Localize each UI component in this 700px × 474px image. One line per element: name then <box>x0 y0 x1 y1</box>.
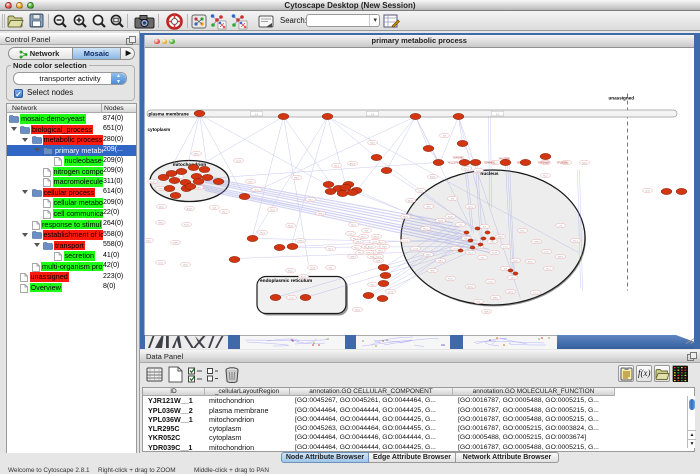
svg-text:Mdh1: Mdh1 <box>402 216 408 218</box>
svg-text:Rip1: Rip1 <box>146 240 151 242</box>
svg-text:YDR4: YDR4 <box>297 240 304 242</box>
svg-text:Mae1: Mae1 <box>354 309 360 311</box>
svg-text:Sxc1: Sxc1 <box>464 168 470 170</box>
svg-text:Mae1: Mae1 <box>158 206 164 208</box>
svg-text:Mae1: Mae1 <box>287 225 293 227</box>
svg-text:Pyc1: Pyc1 <box>573 240 579 242</box>
svg-text:Mae1: Mae1 <box>527 261 533 263</box>
svg-text:Qcr2: Qcr2 <box>372 240 378 243</box>
svg-text:[--]: [--] <box>254 111 257 115</box>
svg-text:Kgd1: Kgd1 <box>581 162 587 164</box>
svg-text:Pyc1: Pyc1 <box>354 247 360 249</box>
svg-text:Pyc1: Pyc1 <box>334 165 340 167</box>
svg-text:YDR4: YDR4 <box>349 256 356 258</box>
svg-text:Qcr2: Qcr2 <box>289 296 295 299</box>
svg-text:Cox5: Cox5 <box>235 160 241 162</box>
svg-text:Cyb2: Cyb2 <box>507 291 513 293</box>
svg-text:Fum1: Fum1 <box>183 224 189 226</box>
svg-text:Pyc1: Pyc1 <box>222 211 228 213</box>
svg-text:Cox5: Cox5 <box>412 248 418 250</box>
svg-text:YDR4: YDR4 <box>172 242 179 244</box>
svg-text:Qcr2: Qcr2 <box>254 188 260 191</box>
svg-text:Atp16: Atp16 <box>467 285 473 288</box>
svg-text:Sdh1: Sdh1 <box>355 241 361 243</box>
svg-text:Pyc1: Pyc1 <box>468 252 474 254</box>
svg-text:Mae1: Mae1 <box>287 270 293 272</box>
svg-text:YGR191W: YGR191W <box>537 161 550 164</box>
svg-text:YDR046C: YDR046C <box>483 161 494 164</box>
svg-text:Ndi1: Ndi1 <box>490 241 495 243</box>
svg-text:Mdh1: Mdh1 <box>193 153 199 155</box>
svg-text:Cox5: Cox5 <box>387 291 393 293</box>
svg-text:Lsc2: Lsc2 <box>533 292 538 294</box>
svg-text:plasma membrane: plasma membrane <box>148 111 189 116</box>
svg-text:unassigned: unassigned <box>608 95 634 100</box>
svg-text:Mdh1: Mdh1 <box>557 256 563 258</box>
svg-text:Mdh1: Mdh1 <box>492 297 498 299</box>
svg-text:Lsc2: Lsc2 <box>503 246 508 248</box>
svg-text:Lsc2: Lsc2 <box>418 190 423 192</box>
svg-text:Atp16: Atp16 <box>300 275 306 278</box>
svg-text:Kgd1: Kgd1 <box>475 170 481 172</box>
svg-text:Pyc1: Pyc1 <box>328 248 334 250</box>
svg-text:Sdh1: Sdh1 <box>437 260 443 262</box>
svg-text:Pyc1: Pyc1 <box>423 228 429 230</box>
svg-text:YKL217W: YKL217W <box>447 161 459 164</box>
svg-text:YOR348C: YOR348C <box>452 156 464 159</box>
svg-text:Lsc2: Lsc2 <box>403 240 408 242</box>
svg-text:Qcr2: Qcr2 <box>645 189 651 192</box>
svg-text:YPL265W: YPL265W <box>556 161 568 164</box>
svg-text:YDR4: YDR4 <box>483 311 490 313</box>
svg-text:Ndi1: Ndi1 <box>370 142 375 144</box>
svg-text:Kgd1: Kgd1 <box>447 216 453 218</box>
svg-text:Kgd1: Kgd1 <box>429 176 435 178</box>
svg-text:YDR4: YDR4 <box>157 188 164 190</box>
svg-text:cytoplasm: cytoplasm <box>147 127 170 132</box>
svg-text:Mae1: Mae1 <box>407 200 413 202</box>
svg-text:Pyc1: Pyc1 <box>358 252 364 254</box>
svg-text:Sdh1: Sdh1 <box>195 187 201 189</box>
svg-text:Cox5: Cox5 <box>309 267 315 269</box>
svg-text:YDR4: YDR4 <box>375 260 382 262</box>
svg-text:Cyb2: Cyb2 <box>375 256 381 258</box>
svg-text:Pyc1: Pyc1 <box>351 224 357 226</box>
svg-text:Qcr2: Qcr2 <box>270 208 276 211</box>
svg-text:Mae1: Mae1 <box>373 236 379 238</box>
svg-text:Kgd1: Kgd1 <box>512 260 518 262</box>
svg-text:Aco1: Aco1 <box>468 205 474 208</box>
svg-text:Qcr2: Qcr2 <box>488 280 494 283</box>
svg-text:Mdh1: Mdh1 <box>497 236 503 238</box>
svg-text:YDR4: YDR4 <box>533 241 540 243</box>
svg-text:Kgd1: Kgd1 <box>437 220 443 222</box>
svg-text:Pyc1: Pyc1 <box>260 232 266 234</box>
svg-text:Sdh1: Sdh1 <box>475 246 481 248</box>
svg-text:Pyc1: Pyc1 <box>378 250 384 252</box>
svg-text:Qcr2: Qcr2 <box>544 250 550 253</box>
svg-text:Pyc1: Pyc1 <box>546 268 552 270</box>
svg-text:[--]: [--] <box>370 111 373 115</box>
svg-text:Atp16: Atp16 <box>367 245 373 248</box>
svg-text:YDR4: YDR4 <box>157 222 164 224</box>
svg-text:Cyb2: Cyb2 <box>509 277 515 279</box>
svg-text:Atp16: Atp16 <box>349 162 355 165</box>
svg-text:[--]: [--] <box>495 111 498 115</box>
svg-text:Fum1: Fum1 <box>491 252 497 254</box>
svg-text:YDR4: YDR4 <box>317 213 324 215</box>
svg-text:Fum1: Fum1 <box>447 278 453 280</box>
svg-text:YDR4: YDR4 <box>365 252 372 254</box>
svg-text:Pyc1: Pyc1 <box>543 175 549 177</box>
svg-text:Qcr2: Qcr2 <box>150 180 156 183</box>
svg-text:Rip1: Rip1 <box>382 246 387 248</box>
svg-text:Ndi1: Ndi1 <box>294 177 299 179</box>
svg-text:Mae1: Mae1 <box>360 236 366 238</box>
svg-text:Atp16: Atp16 <box>186 207 192 210</box>
svg-text:Mdh1: Mdh1 <box>425 254 431 256</box>
svg-text:nucleus: nucleus <box>480 171 498 177</box>
svg-text:Qcr2: Qcr2 <box>158 261 164 264</box>
